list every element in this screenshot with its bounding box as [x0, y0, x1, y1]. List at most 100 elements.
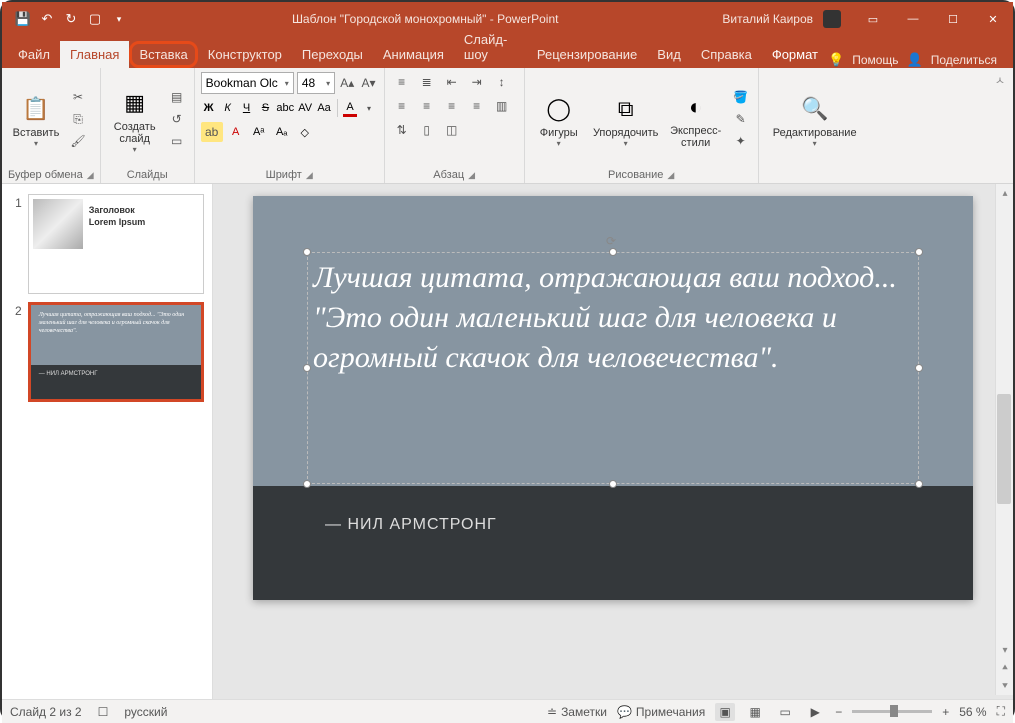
sorter-view-icon[interactable]: ▦: [745, 703, 765, 721]
tab-design[interactable]: Конструктор: [198, 41, 292, 68]
bold-button[interactable]: Ж: [201, 98, 217, 118]
clear-format-icon[interactable]: A: [226, 122, 246, 142]
qat-more-icon[interactable]: ▾: [110, 10, 128, 28]
slide-editor[interactable]: ⟳ Лучшая цитата, отражающая ваш подход..…: [213, 184, 1013, 699]
highlight-icon[interactable]: ab: [201, 122, 223, 142]
quick-styles-button[interactable]: ◐ Экспресс- стили: [665, 89, 727, 149]
collapse-ribbon-icon[interactable]: ㅅ: [995, 68, 1013, 183]
strike-button[interactable]: S: [257, 98, 273, 118]
shape-fill-icon[interactable]: 🪣: [730, 87, 752, 107]
thumbnail-slide-1[interactable]: Заголовок Lorem Ipsum: [28, 194, 204, 294]
layout-icon[interactable]: ▤: [166, 87, 188, 107]
section-icon[interactable]: ▭: [166, 131, 188, 151]
selection-handle[interactable]: [915, 480, 923, 488]
share-link[interactable]: Поделиться: [931, 53, 997, 67]
redo-icon[interactable]: ↻: [62, 10, 80, 28]
scrollbar-thumb[interactable]: [997, 394, 1011, 504]
vertical-scrollbar[interactable]: ▴ ▾ ⯅ ⯆: [995, 184, 1013, 695]
font-color-button[interactable]: A: [343, 99, 357, 117]
copy-icon[interactable]: ⎘: [67, 109, 89, 129]
prev-slide-icon[interactable]: ⯅: [996, 659, 1014, 677]
selection-handle[interactable]: [915, 248, 923, 256]
text-direction-icon[interactable]: ⇅: [391, 120, 413, 140]
align-text-icon[interactable]: ▯: [416, 120, 438, 140]
selection-handle[interactable]: [915, 364, 923, 372]
accessibility-icon[interactable]: ☐: [98, 705, 109, 719]
format-painter-icon[interactable]: 🖌: [67, 131, 89, 151]
undo-icon[interactable]: ↶: [38, 10, 56, 28]
thumbnail-slide-2[interactable]: Лучшая цитата, отражающая ваш подход... …: [28, 302, 204, 402]
tab-format[interactable]: Формат: [762, 41, 828, 68]
shape-effects-icon[interactable]: ✦: [730, 131, 752, 151]
shapes-button[interactable]: ◯ Фигуры ▾: [531, 91, 587, 148]
grow-font-icon[interactable]: A▴: [338, 73, 356, 93]
save-icon[interactable]: 💾: [14, 10, 32, 28]
next-slide-icon[interactable]: ⯆: [996, 677, 1014, 695]
zoom-slider-knob[interactable]: [890, 705, 898, 717]
eraser-icon[interactable]: ◇: [295, 122, 315, 142]
case-button[interactable]: Aa: [316, 98, 332, 118]
editing-button[interactable]: 🔍 Редактирование ▾: [765, 91, 865, 148]
slideshow-icon[interactable]: ▢: [86, 10, 104, 28]
clipboard-launcher-icon[interactable]: ◢: [87, 170, 94, 181]
share-icon[interactable]: 👤: [907, 52, 923, 68]
tab-home[interactable]: Главная: [60, 41, 129, 68]
font-launcher-icon[interactable]: ◢: [306, 170, 313, 181]
tab-view[interactable]: Вид: [647, 41, 691, 68]
underline-button[interactable]: Ч: [239, 98, 255, 118]
drawing-launcher-icon[interactable]: ◢: [667, 170, 674, 181]
spacing-button[interactable]: AV: [297, 98, 313, 118]
lightbulb-icon[interactable]: 💡: [828, 52, 844, 68]
comments-button[interactable]: 💬Примечания: [617, 705, 705, 719]
tab-file[interactable]: Файл: [8, 41, 60, 68]
slideshow-view-icon[interactable]: ▶: [805, 703, 825, 721]
slide-canvas[interactable]: ⟳ Лучшая цитата, отражающая ваш подход..…: [253, 196, 973, 600]
italic-button[interactable]: К: [220, 98, 236, 118]
author-text[interactable]: — НИЛ АРМСТРОНГ: [325, 516, 497, 534]
normal-view-icon[interactable]: ▣: [715, 703, 735, 721]
tab-review[interactable]: Рецензирование: [527, 41, 647, 68]
ribbon-display-icon[interactable]: ▭: [853, 2, 893, 36]
rotate-handle-icon[interactable]: ⟳: [606, 234, 620, 248]
zoom-slider[interactable]: [852, 710, 932, 713]
align-right-icon[interactable]: ≡: [441, 96, 463, 116]
notes-button[interactable]: ≐Заметки: [547, 705, 607, 719]
fit-to-window-icon[interactable]: ⛶: [997, 704, 1005, 719]
line-spacing-icon[interactable]: ↕: [491, 72, 513, 92]
indent-inc-icon[interactable]: ⇥: [466, 72, 488, 92]
cut-icon[interactable]: ✂: [67, 87, 89, 107]
smartart-icon[interactable]: ◫: [441, 120, 463, 140]
subscript-icon[interactable]: Aₐ: [272, 122, 292, 142]
scroll-down-icon[interactable]: ▾: [996, 641, 1014, 659]
reset-icon[interactable]: ↺: [166, 109, 188, 129]
zoom-out-button[interactable]: −: [835, 705, 842, 719]
tab-insert[interactable]: Вставка: [129, 41, 197, 68]
shrink-font-icon[interactable]: A▾: [359, 73, 377, 93]
numbering-icon[interactable]: ≣: [416, 72, 438, 92]
align-left-icon[interactable]: ≡: [391, 96, 413, 116]
language-label[interactable]: русский: [124, 705, 167, 719]
zoom-percent[interactable]: 56 %: [959, 705, 986, 719]
help-link[interactable]: Помощь: [852, 53, 898, 67]
justify-icon[interactable]: ≡: [466, 96, 488, 116]
reading-view-icon[interactable]: ▭: [775, 703, 795, 721]
selection-handle[interactable]: [303, 480, 311, 488]
close-icon[interactable]: ✕: [973, 2, 1013, 36]
quote-text-box[interactable]: ⟳ Лучшая цитата, отражающая ваш подход..…: [313, 258, 913, 478]
zoom-in-button[interactable]: +: [942, 705, 949, 719]
selection-handle[interactable]: [609, 248, 617, 256]
font-size-input[interactable]: 48▾: [297, 72, 335, 94]
tab-help[interactable]: Справка: [691, 41, 762, 68]
shape-outline-icon[interactable]: ✎: [730, 109, 752, 129]
shadow-button[interactable]: abc: [276, 98, 294, 118]
align-center-icon[interactable]: ≡: [416, 96, 438, 116]
bullets-icon[interactable]: ≡: [391, 72, 413, 92]
columns-icon[interactable]: ▥: [491, 96, 513, 116]
paste-button[interactable]: 📋 Вставить ▾: [8, 91, 64, 148]
new-slide-button[interactable]: ▦ Создать слайд ▾: [107, 85, 163, 154]
minimize-icon[interactable]: —: [893, 2, 933, 36]
paragraph-launcher-icon[interactable]: ◢: [468, 170, 475, 181]
user-avatar-icon[interactable]: [823, 10, 841, 28]
user-name[interactable]: Виталий Каиров: [722, 12, 813, 26]
slide-count-label[interactable]: Слайд 2 из 2: [10, 705, 82, 719]
